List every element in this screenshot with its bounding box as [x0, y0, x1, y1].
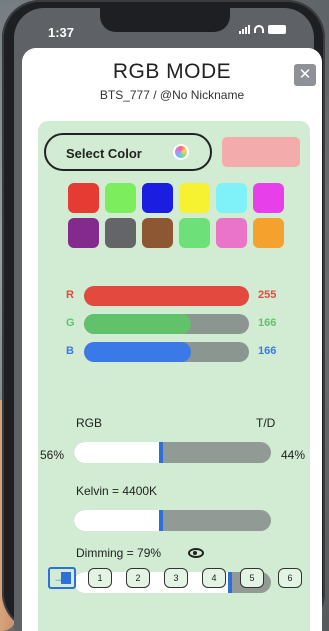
select-color-label: Select Color [66, 146, 142, 161]
rgb-slider-fill [84, 286, 249, 306]
exit-icon-block [61, 572, 71, 584]
color-swatch[interactable] [216, 183, 247, 213]
mix-right-percent: 44% [281, 448, 306, 462]
kelvin-slider-fill [74, 510, 161, 531]
color-swatch[interactable] [68, 183, 99, 213]
dimming-label: Dimming = 79% [76, 546, 162, 560]
preset-button-6[interactable]: 6 [278, 568, 302, 588]
exit-button[interactable]: → [48, 567, 76, 589]
rgb-value: 255 [258, 289, 277, 301]
dialog-title: RGB MODE [112, 60, 232, 83]
rgb-letter: G [66, 317, 75, 329]
rgb-slider-fill [84, 314, 191, 334]
close-icon: ✕ [298, 66, 312, 83]
rgb-letter: R [66, 289, 74, 301]
color-swatch-grid [68, 183, 284, 248]
bottom-toolbar: → 123456 [48, 567, 310, 591]
rgb-value: 166 [258, 345, 277, 357]
preset-button-5[interactable]: 5 [240, 568, 264, 588]
kelvin-slider-handle[interactable] [159, 510, 163, 531]
rgb-td-slider-handle[interactable] [159, 442, 163, 463]
color-swatch[interactable] [253, 218, 284, 248]
rgb-slider-b[interactable] [84, 342, 249, 362]
rgb-slider-fill [84, 342, 191, 362]
color-swatch[interactable] [216, 218, 247, 248]
color-swatch[interactable] [142, 218, 173, 248]
preset-button-4[interactable]: 4 [202, 568, 226, 588]
rgb-row-b: B 166 [38, 342, 310, 364]
eye-icon[interactable] [188, 548, 204, 558]
preset-button-2[interactable]: 2 [126, 568, 150, 588]
color-swatch[interactable] [105, 183, 136, 213]
rgb-td-slider[interactable] [74, 442, 271, 463]
mix-left-percent: 56% [40, 448, 65, 462]
color-swatch[interactable] [142, 183, 173, 213]
rgb-td-slider-fill [74, 442, 161, 463]
mix-left-label: RGB [76, 416, 103, 430]
status-time: 1:37 [48, 25, 75, 40]
kelvin-slider[interactable] [74, 510, 271, 531]
dialog-subtitle: BTS_777 / @No Nickname [99, 88, 245, 102]
rgb-letter: B [66, 345, 74, 357]
battery-icon [268, 24, 286, 34]
color-swatch[interactable] [179, 218, 210, 248]
signal-icon [239, 24, 250, 34]
status-icons [239, 24, 286, 34]
rgb-row-g: G 166 [38, 314, 310, 336]
select-color-button[interactable]: Select Color [44, 133, 212, 171]
exit-icon: → [53, 571, 65, 585]
rgb-slider-g[interactable] [84, 314, 249, 334]
color-swatch[interactable] [253, 183, 284, 213]
wifi-icon [254, 25, 264, 33]
rgb-row-r: R 255 [38, 286, 310, 308]
color-swatch[interactable] [105, 218, 136, 248]
preset-button-1[interactable]: 1 [88, 568, 112, 588]
kelvin-label: Kelvin = 4400K [76, 484, 158, 498]
close-button[interactable]: ✕ [294, 64, 316, 86]
preset-button-3[interactable]: 3 [164, 568, 188, 588]
color-preview [222, 137, 300, 167]
color-swatch[interactable] [179, 183, 210, 213]
rgb-value: 166 [258, 317, 277, 329]
mix-right-label: T/D [256, 416, 276, 430]
color-swatch[interactable] [68, 218, 99, 248]
notch [100, 8, 230, 32]
color-wheel-icon [173, 144, 189, 160]
rgb-slider-r[interactable] [84, 286, 249, 306]
control-panel: Select Color R 255 G 166 B 166 RGB T/D 56% 44… [38, 121, 310, 631]
rgb-mode-dialog: RGB MODE BTS_777 / @No Nickname ✕ Select… [22, 48, 322, 631]
